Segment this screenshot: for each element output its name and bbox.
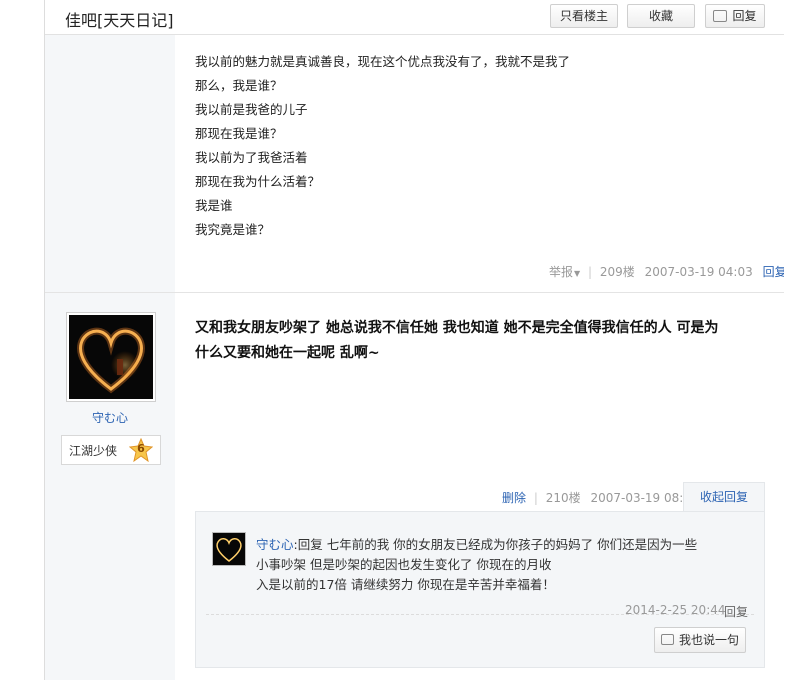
avatar[interactable]	[66, 312, 156, 402]
post-text-line: 我是谁	[195, 198, 233, 213]
sub-reply-reply-link[interactable]: 回复	[724, 603, 748, 620]
avatar-heart-image	[69, 315, 153, 399]
post-text-line: 我以前是我爸的儿子	[195, 102, 308, 117]
thread-header: 佳吧[天天日记] 只看楼主 收藏 回复	[45, 0, 785, 35]
floor210-author-sidebar: 守む心 江湖少侠 6	[45, 293, 175, 680]
forum-title[interactable]: 佳吧[天天日记]	[65, 7, 174, 31]
favorite-button[interactable]: 收藏	[627, 4, 695, 28]
delete-link[interactable]: 删除	[502, 491, 526, 505]
post-text-line: 我究竟是谁？	[195, 222, 271, 237]
sub-reply-datetime: 2014-2-25 20:44	[625, 603, 726, 617]
post-text-line: 又和我女朋友吵架了 她总说我不信任她 我也知道 她不是完全值得我信任的人 可是为	[195, 320, 719, 336]
thread-page: 佳吧[天天日记] 只看楼主 收藏 回复 我以前的魅力就是真诚善良，现在这个优点我…	[44, 0, 787, 680]
post-text-line: 我以前为了我爸活着	[195, 150, 308, 165]
username[interactable]: 守む心	[45, 409, 175, 426]
floor209-reply-link[interactable]: 回复	[763, 265, 787, 279]
level-number: 6	[137, 442, 145, 455]
comment-icon	[660, 634, 674, 645]
sub-reply-line-2: 小事吵架 但是吵架的起因也发生变化了 你现在的月收	[256, 557, 552, 572]
post-text-line: 那么，我是谁？	[195, 78, 283, 93]
reply-button[interactable]: 回复	[705, 4, 765, 28]
floor-number: 209楼	[599, 265, 635, 279]
page-right-gutter	[784, 0, 798, 680]
post-text-line: 什么又要和她在一起呢 乱啊~	[195, 345, 380, 361]
sub-reply-line-3: 入是以前的17倍 请继续努力 你现在是辛苦并幸福着！	[256, 577, 555, 592]
collapse-reply-tab[interactable]: 收起回复	[683, 482, 765, 513]
sub-reply-line-1: 守む心:回复 七年前的我 你的女朋友已经成为你孩子的妈妈了 你们还是因为一些	[256, 537, 698, 552]
comment-icon	[713, 9, 728, 22]
reply-button-label: 回复	[732, 9, 757, 23]
report-link[interactable]: 举报	[549, 265, 573, 279]
sub-reply-panel: 守む心:回复 七年前的我 你的女朋友已经成为你孩子的妈妈了 你们还是因为一些 小…	[195, 511, 765, 668]
only-author-button[interactable]: 只看楼主	[550, 4, 618, 28]
sub-reply-avatar[interactable]	[212, 532, 246, 566]
post-text-line: 那现在我为什么活着？	[195, 174, 321, 189]
say-something-label: 我也说一句	[678, 633, 739, 647]
floor210-meta: 删除 | 210楼 2007-03-19 08:07	[502, 491, 699, 505]
dropdown-arrow-icon[interactable]: ▼	[574, 269, 580, 278]
floor209-meta: 举报▼ | 209楼 2007-03-19 04:03 回复	[549, 265, 787, 279]
post-text-line: 那现在我是谁？	[195, 126, 283, 141]
sub-reply-text: 回复 七年前的我 你的女朋友已经成为你孩子的妈妈了 你们还是因为一些	[297, 537, 698, 552]
floor209-author-sidebar	[45, 35, 175, 292]
post-datetime: 2007-03-19 04:03	[644, 265, 753, 279]
level-badge-box[interactable]: 江湖少侠 6	[61, 435, 161, 465]
say-something-button[interactable]: 我也说一句	[654, 627, 746, 653]
sub-reply-item: 守む心:回复 七年前的我 你的女朋友已经成为你孩子的妈妈了 你们还是因为一些 小…	[206, 520, 754, 619]
floor-number: 210楼	[545, 491, 581, 505]
level-name: 江湖少侠	[69, 444, 118, 458]
post-text-line: 我以前的魅力就是真诚善良，现在这个优点我没有了，我就不是我了	[195, 54, 571, 69]
level-star-icon: 6	[128, 437, 154, 463]
sub-reply-username[interactable]: 守む心	[256, 537, 294, 552]
